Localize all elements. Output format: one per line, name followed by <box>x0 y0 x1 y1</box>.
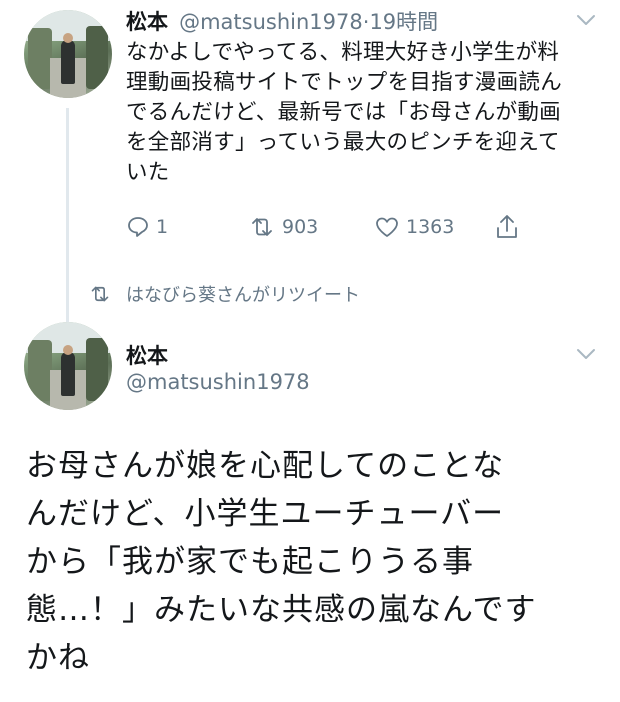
tweet-timestamp[interactable]: 19時間 <box>369 10 438 34</box>
tweet-text-line: なかよしでやってる、料理大好き小学生が料 <box>126 40 560 65</box>
tweet-text-line: でるんだけど、最新号では「お母さんが動画 <box>126 100 561 125</box>
share-button[interactable] <box>494 213 526 241</box>
like-button[interactable]: 1363 <box>374 215 454 239</box>
reply-icon <box>128 217 148 237</box>
tweet-text-line: お母さんが娘を心配してのことな <box>26 448 505 484</box>
tweet-text-line: 理動画投稿サイトでトップを目指す漫画読ん <box>126 70 563 95</box>
chevron-down-icon[interactable] <box>576 346 596 365</box>
retweet-button[interactable]: 903 <box>248 215 318 239</box>
like-icon <box>376 217 398 237</box>
thread-connector-line <box>66 108 69 340</box>
reply-button[interactable]: 1 <box>126 215 168 239</box>
tweet-text: なかよしでやってる、料理大好き小学生が料 理動画投稿サイトでトップを目指す漫画読… <box>126 38 606 188</box>
avatar[interactable] <box>24 322 112 410</box>
tweet-text-line: んだけど、小学生ユーチューバー <box>26 496 505 532</box>
share-icon <box>497 215 517 238</box>
tweet-text-line: 態…！」みたいな共感の嵐なんです <box>26 592 537 628</box>
tweet-text-line: かね <box>26 640 90 676</box>
retweet-count: 903 <box>282 216 319 238</box>
like-count: 1363 <box>406 216 455 238</box>
chevron-down-icon[interactable] <box>576 12 596 31</box>
reply-count: 1 <box>156 216 169 238</box>
author-name[interactable]: 松本 <box>126 340 168 370</box>
author-handle[interactable]: @matsushin1978 <box>179 10 363 34</box>
retweet-icon <box>252 218 272 236</box>
tweet-text-line: から「我が家でも起こりうる事 <box>26 544 474 580</box>
author-handle[interactable]: @matsushin1978 <box>126 370 310 394</box>
author-name[interactable]: 松本 <box>126 10 168 34</box>
retweet-context-label: はなびら葵さんがリツイート <box>126 285 360 306</box>
retweet-icon <box>91 286 109 302</box>
tweet-text-line: を全部消す」っていう最大のピンチを迎えて <box>126 130 560 155</box>
tweet-text: お母さんが娘を心配してのことな んだけど、小学生ユーチューバー から「我が家でも… <box>26 442 606 682</box>
tweet-text-line: いた <box>126 160 170 185</box>
avatar[interactable] <box>24 10 112 98</box>
tweet-header: 松本 @matsushin1978·19時間 <box>126 6 438 36</box>
retweet-context[interactable]: はなびら葵さんがリツイート <box>88 281 360 307</box>
